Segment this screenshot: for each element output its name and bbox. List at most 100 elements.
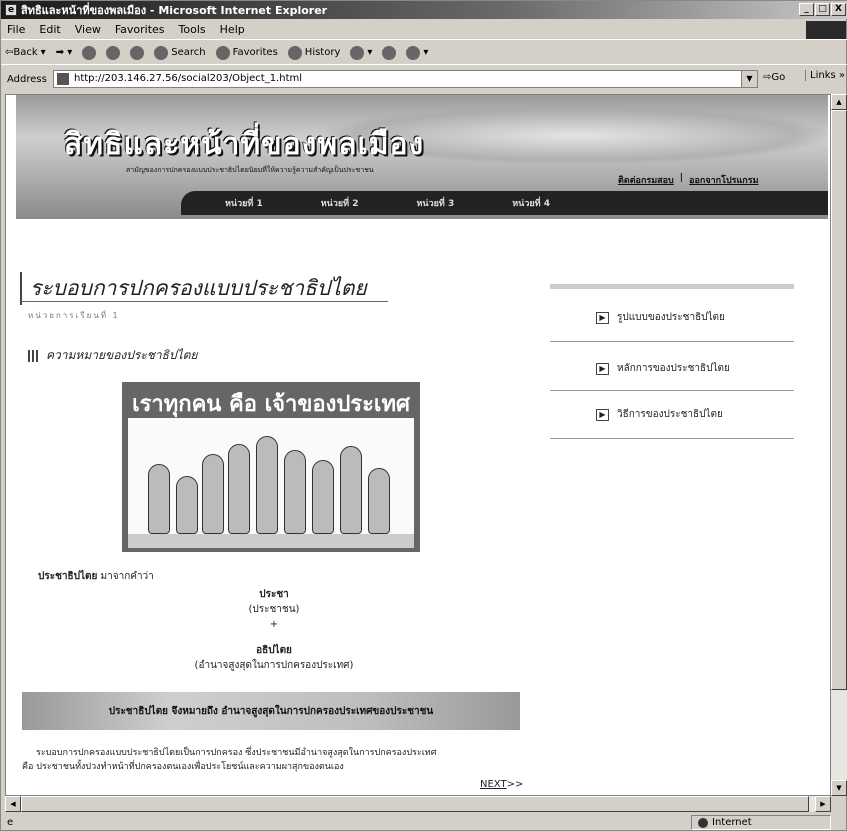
home-button[interactable] bbox=[130, 45, 145, 60]
window-title: สิทธิและหน้าที่ของพลเมือง - Microsoft In… bbox=[21, 4, 328, 17]
maximize-button[interactable]: □ bbox=[815, 3, 830, 16]
part2-word: อธิปไตย bbox=[256, 645, 292, 656]
ground-shape bbox=[128, 534, 414, 548]
nav-unit-3[interactable]: หน่วยที่ 3 bbox=[417, 196, 455, 210]
site-banner: สิทธิและหน้าที่ของพลเมือง สามัญของการปกค… bbox=[16, 95, 828, 219]
forward-button[interactable]: ➡ ▾ bbox=[56, 47, 73, 58]
definition-banner: ประชาธิปไตย จึงหมายถึง อำนาจสูงสุดในการป… bbox=[22, 692, 520, 730]
arrow-box-icon: ▶ bbox=[596, 311, 609, 324]
title-bar: e สิทธิและหน้าที่ของพลเมือง - Microsoft … bbox=[1, 1, 847, 19]
site-title: สิทธิและหน้าที่ของพลเมือง bbox=[64, 127, 425, 162]
mail-button[interactable]: ▾ bbox=[350, 45, 372, 60]
zone-label: Internet bbox=[712, 817, 752, 828]
nav-unit-4[interactable]: หน่วยที่ 4 bbox=[512, 196, 550, 210]
print-icon bbox=[382, 45, 397, 60]
next-label: NEXT bbox=[480, 779, 507, 790]
section-heading: ความหมายของประชาธิปไตย bbox=[28, 346, 197, 365]
print-button[interactable] bbox=[382, 45, 397, 60]
definition-from: มาจากคำว่า bbox=[100, 571, 154, 582]
status-bar: e Internet bbox=[1, 813, 847, 832]
vertical-scroll-thumb[interactable] bbox=[831, 110, 847, 690]
scroll-up-arrow-icon[interactable]: ▲ bbox=[831, 94, 847, 110]
part1-word: ประชา bbox=[259, 589, 289, 600]
search-label: Search bbox=[171, 47, 206, 58]
minimize-button[interactable]: _ bbox=[799, 3, 814, 16]
go-button[interactable]: ⇨Go bbox=[763, 72, 785, 83]
side-menu-item-principles[interactable]: ▶ หลักการของประชาธิปไตย bbox=[596, 361, 730, 376]
menu-favorites[interactable]: Favorites bbox=[115, 23, 165, 36]
side-menu-divider bbox=[550, 438, 794, 439]
figure-icon bbox=[256, 436, 278, 534]
stop-icon bbox=[82, 45, 97, 60]
side-menu-top-bar bbox=[550, 284, 794, 289]
menu-bar: File Edit View Favorites Tools Help bbox=[1, 20, 847, 40]
scroll-down-arrow-icon[interactable]: ▼ bbox=[831, 780, 847, 796]
menu-help[interactable]: Help bbox=[220, 23, 245, 36]
description-paragraph: ระบอบการปกครองแบบประชาธิปไตยเป็นการปกครอ… bbox=[22, 746, 542, 774]
figure-icon bbox=[176, 476, 198, 534]
figure-icon bbox=[312, 460, 334, 534]
scroll-left-arrow-icon[interactable]: ◀ bbox=[5, 796, 21, 812]
side-menu-label: วิธีการของประชาธิปไตย bbox=[617, 409, 723, 420]
paragraph-line-2: คือ ประชาชนทั้งปวงทำหน้าที่ปกครองตนเองเพ… bbox=[22, 762, 344, 772]
browser-window: e สิทธิและหน้าที่ของพลเมือง - Microsoft … bbox=[0, 0, 847, 831]
figure-icon bbox=[368, 468, 390, 534]
back-button[interactable]: ⇦Back ▾ bbox=[5, 47, 46, 58]
figure-icon bbox=[228, 444, 250, 534]
address-label: Address bbox=[7, 73, 47, 85]
figure-icon bbox=[148, 464, 170, 534]
nav-unit-1[interactable]: หน่วยที่ 1 bbox=[225, 196, 263, 210]
menu-file[interactable]: File bbox=[7, 23, 25, 36]
go-label: Go bbox=[771, 72, 786, 83]
nav-unit-2[interactable]: หน่วยที่ 2 bbox=[321, 196, 359, 210]
history-icon bbox=[287, 45, 302, 60]
part2-meaning: (อำนาจสูงสุดในการปกครองประเทศ) bbox=[194, 660, 354, 671]
status-page-icon: e bbox=[7, 817, 14, 828]
vertical-scrollbar[interactable]: ▲ ▼ bbox=[831, 94, 847, 796]
figure-icon bbox=[284, 450, 306, 534]
grid-bullet-icon bbox=[28, 349, 40, 362]
menu-view[interactable]: View bbox=[75, 23, 101, 36]
next-link[interactable]: NEXT>> bbox=[480, 779, 523, 790]
ie-icon: e bbox=[5, 4, 17, 16]
plus-sign: + bbox=[269, 619, 279, 630]
menu-tools[interactable]: Tools bbox=[179, 23, 206, 36]
part1-meaning: (ประชาชน) bbox=[248, 604, 300, 615]
paragraph-line-1: ระบอบการปกครองแบบประชาธิปไตยเป็นการปกครอ… bbox=[36, 748, 437, 758]
back-label: ⇦Back bbox=[5, 47, 38, 58]
windows-logo-icon bbox=[806, 21, 846, 39]
address-dropdown[interactable]: ▼ bbox=[741, 71, 757, 87]
refresh-button[interactable] bbox=[106, 45, 121, 60]
poster-image: เราทุกคน คือ เจ้าของประเทศ bbox=[122, 382, 420, 552]
poster-title: เราทุกคน คือ เจ้าของประเทศ bbox=[132, 392, 410, 417]
address-input[interactable]: http://203.146.27.56/social203/Object_1.… bbox=[53, 70, 758, 88]
side-menu-label: รูปแบบของประชาธิปไตย bbox=[617, 312, 725, 323]
exit-link[interactable]: ออกจากโปรแกรม bbox=[689, 173, 758, 187]
stop-button[interactable] bbox=[82, 45, 97, 60]
menu-edit[interactable]: Edit bbox=[39, 23, 60, 36]
close-button[interactable]: X bbox=[831, 3, 846, 16]
links-button[interactable]: Links » bbox=[805, 70, 845, 81]
address-url: http://203.146.27.56/social203/Object_1.… bbox=[74, 73, 303, 84]
unit-nav: หน่วยที่ 1 หน่วยที่ 2 หน่วยที่ 3 หน่วยที… bbox=[181, 191, 828, 215]
next-arrows: >> bbox=[506, 779, 524, 790]
figure-icon bbox=[202, 454, 224, 534]
horizontal-scrollbar[interactable]: ◀ ▶ bbox=[5, 796, 831, 812]
scroll-right-arrow-icon[interactable]: ▶ bbox=[815, 796, 831, 812]
side-menu-divider bbox=[550, 390, 794, 391]
contact-link[interactable]: ติดต่อกรมสอบ bbox=[618, 173, 674, 187]
favorites-icon bbox=[215, 45, 230, 60]
side-menu-item-forms[interactable]: ▶ รูปแบบของประชาธิปไตย bbox=[596, 310, 725, 325]
edit-button[interactable]: ▾ bbox=[406, 45, 428, 60]
refresh-icon bbox=[106, 45, 121, 60]
side-menu-item-methods[interactable]: ▶ วิธีการของประชาธิปไตย bbox=[596, 407, 723, 422]
favorites-button[interactable]: Favorites bbox=[215, 45, 278, 60]
history-label: History bbox=[304, 47, 341, 58]
arrow-box-icon: ▶ bbox=[596, 408, 609, 421]
site-subtitle: สามัญของการปกครองแบบประชาธิปไตยนิยมที่ให… bbox=[126, 166, 374, 174]
history-button[interactable]: History bbox=[287, 45, 341, 60]
security-zone: Internet bbox=[691, 815, 831, 830]
search-button[interactable]: Search bbox=[154, 45, 206, 60]
definition-word: ประชาธิปไตย bbox=[38, 571, 98, 582]
horizontal-scroll-thumb[interactable] bbox=[21, 796, 809, 812]
